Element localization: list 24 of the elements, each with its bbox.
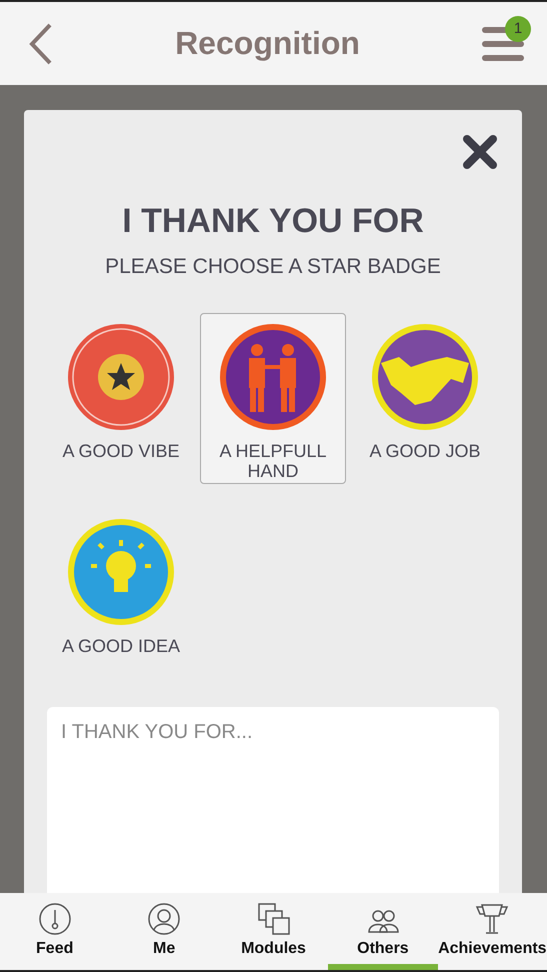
stacked-squares-icon [256, 902, 291, 936]
tab[interactable]: Me [109, 893, 219, 970]
tab[interactable]: Achievements [438, 893, 547, 970]
dialog-title: I THANK YOU FOR [122, 202, 424, 241]
message-field[interactable]: I THANK YOU FOR... [47, 707, 499, 893]
notification-badge: 1 [505, 16, 531, 42]
dialog-subtitle: PLEASE CHOOSE A STAR BADGE [105, 255, 441, 279]
badge-option[interactable]: A GOOD IDEA [48, 508, 194, 659]
close-button[interactable] [462, 134, 498, 170]
tab[interactable]: Others [328, 893, 438, 970]
lightbulb-badge-icon [67, 518, 175, 626]
badge-option[interactable]: A HELPFULL HAND [200, 313, 346, 484]
badge-option[interactable]: A GOOD JOB [352, 313, 498, 484]
star-badge-icon [67, 323, 175, 431]
trophy-icon [475, 902, 510, 936]
user-icon [147, 902, 182, 936]
people-badge-icon [219, 323, 327, 431]
page-title: Recognition [175, 25, 360, 62]
back-icon[interactable] [28, 22, 54, 66]
tab[interactable]: Modules [218, 893, 328, 970]
close-icon [462, 134, 498, 170]
gauge-icon [38, 902, 72, 936]
tab[interactable]: Feed [0, 893, 110, 970]
badge-option[interactable]: A GOOD VIBE [48, 313, 194, 484]
